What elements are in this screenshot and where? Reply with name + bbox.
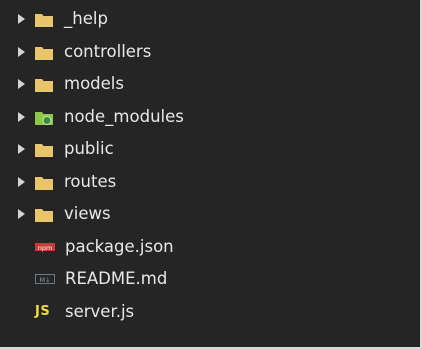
tree-item-routes[interactable]: routes	[0, 166, 420, 199]
javascript-icon: JS	[35, 303, 51, 319]
svg-text:M↓: M↓	[39, 276, 50, 284]
chevron-right-icon[interactable]	[18, 176, 25, 187]
node-folder-icon	[35, 111, 53, 125]
tree-item-label: _help	[64, 9, 108, 28]
chevron-right-icon[interactable]	[18, 79, 25, 89]
folder-icon	[35, 176, 53, 190]
tree-item-label: server.js	[65, 301, 135, 321]
folder-icon	[35, 209, 53, 222]
chevron-right-icon[interactable]	[18, 46, 25, 57]
tree-item-node-modules[interactable]: node_modules	[0, 101, 420, 134]
tree-item-controllers[interactable]: controllers	[0, 36, 420, 69]
npm-icon: npm	[35, 242, 55, 252]
tree-item-label: node_modules	[64, 106, 184, 126]
folder-icon	[35, 14, 53, 27]
tree-item-help[interactable]: _help	[0, 3, 420, 36]
tree-item-label: views	[64, 204, 111, 223]
tree-item-server-js[interactable]: JS server.js	[0, 296, 420, 329]
file-explorer: _help controllers models node_modules pu…	[0, 0, 422, 349]
svg-text:npm: npm	[38, 244, 53, 252]
tree-item-label: models	[64, 74, 124, 93]
tree-item-public[interactable]: public	[0, 133, 420, 166]
chevron-right-icon[interactable]	[18, 14, 25, 24]
folder-icon	[35, 79, 53, 92]
tree-item-label: package.json	[65, 236, 174, 256]
chevron-right-icon[interactable]	[18, 111, 25, 122]
folder-icon	[35, 144, 53, 157]
tree-item-package-json[interactable]: npm package.json	[0, 231, 420, 264]
tree-item-label: routes	[64, 171, 117, 191]
tree-item-label: public	[64, 139, 114, 158]
folder-icon	[35, 46, 53, 60]
chevron-right-icon[interactable]	[18, 209, 25, 219]
tree-item-label: controllers	[64, 41, 152, 61]
tree-item-label: README.md	[65, 269, 168, 288]
tree-item-models[interactable]: models	[0, 68, 420, 101]
chevron-right-icon[interactable]	[18, 144, 25, 154]
file-tree: _help controllers models node_modules pu…	[0, 3, 420, 328]
markdown-icon: M↓	[35, 274, 55, 284]
tree-item-readme[interactable]: M↓ README.md	[0, 263, 420, 296]
tree-item-views[interactable]: views	[0, 198, 420, 231]
